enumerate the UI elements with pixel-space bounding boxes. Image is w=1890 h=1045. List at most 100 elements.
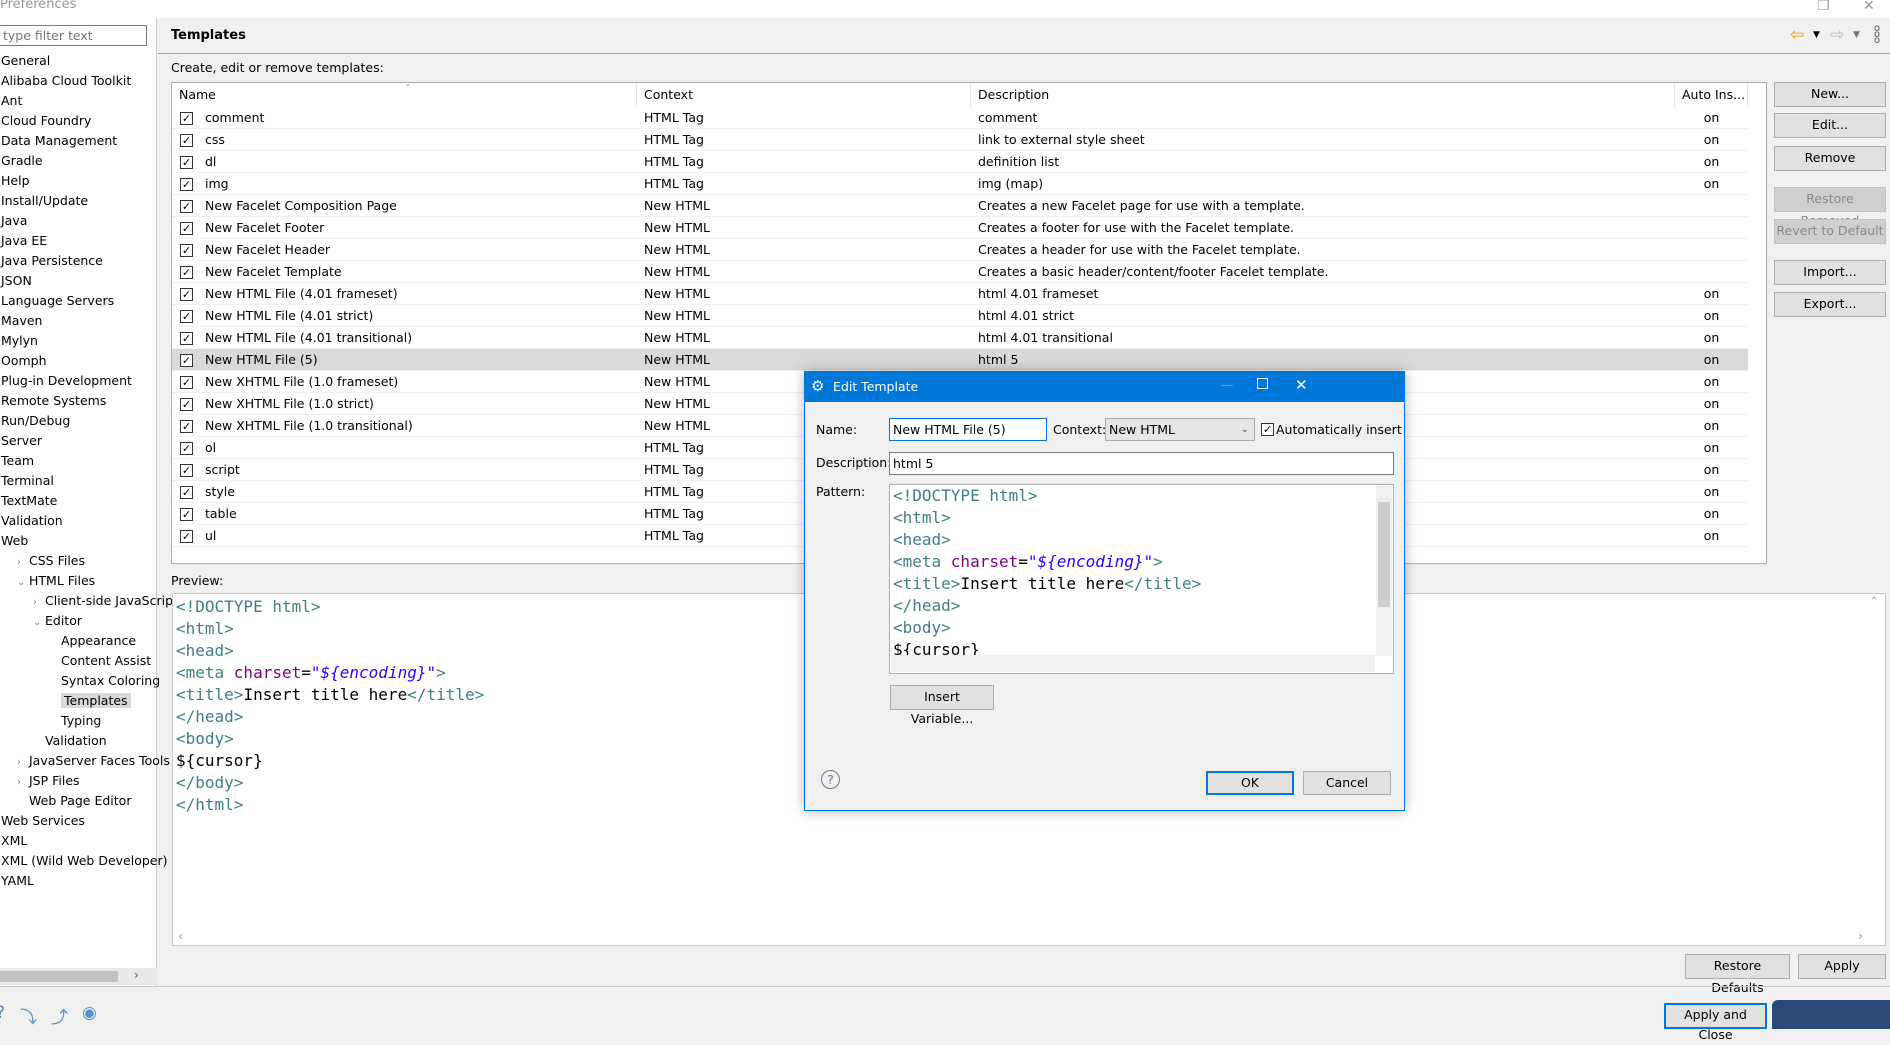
- maximize-icon[interactable]: [1257, 378, 1268, 389]
- sidebar-item[interactable]: Web Services: [1, 811, 85, 831]
- sidebar-item[interactable]: Remote Systems: [1, 391, 106, 411]
- sidebar-item[interactable]: YAML: [1, 871, 34, 891]
- restore-defaults-button[interactable]: Restore Defaults: [1685, 954, 1790, 995]
- sidebar-item[interactable]: › JavaServer Faces Tools: [17, 751, 170, 771]
- row-checkbox[interactable]: ✓: [180, 178, 193, 191]
- export-icon[interactable]: ⤴: [51, 1003, 68, 1028]
- remove-button[interactable]: Remove: [1774, 146, 1886, 171]
- chevron-right-icon[interactable]: ›: [33, 593, 45, 613]
- preview-scroll-left-icon[interactable]: ‹: [178, 928, 183, 943]
- sidebar-item[interactable]: General: [1, 51, 50, 71]
- table-row[interactable]: ✓ New Facelet Template New HTML Creates a b…: [172, 261, 1748, 283]
- column-header-auto-insert[interactable]: Auto Ins...: [1675, 83, 1748, 107]
- row-checkbox[interactable]: ✓: [180, 310, 193, 323]
- table-row[interactable]: ✓ New Facelet Header New HTML Creates a hea…: [172, 239, 1748, 261]
- row-checkbox[interactable]: ✓: [180, 530, 193, 543]
- sidebar-item[interactable]: Typing: [49, 711, 101, 731]
- sidebar-item[interactable]: XML (Wild Web Developer): [1, 851, 168, 871]
- row-checkbox[interactable]: ✓: [180, 288, 193, 301]
- chevron-right-icon[interactable]: ›: [17, 753, 29, 773]
- row-checkbox[interactable]: ✓: [180, 354, 193, 367]
- import-button[interactable]: Import...: [1774, 260, 1886, 285]
- sidebar-item[interactable]: XML: [1, 831, 27, 851]
- apply-and-close-button[interactable]: Apply and Close: [1664, 1003, 1767, 1042]
- sidebar-item[interactable]: › Client-side JavaScript: [33, 591, 178, 611]
- sidebar-item[interactable]: Gradle: [1, 151, 43, 171]
- view-menu-icon[interactable]: ooo: [1874, 24, 1880, 46]
- sidebar-item[interactable]: ⌄ Editor: [33, 611, 82, 631]
- insert-variable-button[interactable]: Insert Variable...: [890, 685, 994, 726]
- sidebar-item[interactable]: TextMate: [1, 491, 57, 511]
- sidebar-item[interactable]: › JSP Files: [17, 771, 80, 791]
- row-checkbox[interactable]: ✓: [180, 442, 193, 455]
- import-icon[interactable]: ⤵: [20, 1003, 37, 1028]
- sidebar-item[interactable]: Templates: [49, 691, 131, 711]
- forward-dropdown-icon[interactable]: ▼: [1853, 30, 1860, 40]
- table-row[interactable]: ✓ New HTML File (4.01 frameset) New HTML ht…: [172, 283, 1748, 305]
- chevron-down-icon[interactable]: ⌄: [33, 613, 45, 633]
- sidebar-item[interactable]: JSON: [1, 271, 32, 291]
- sidebar-item[interactable]: Content Assist: [49, 651, 151, 671]
- row-checkbox[interactable]: ✓: [180, 486, 193, 499]
- sidebar-item[interactable]: Run/Debug: [1, 411, 70, 431]
- row-checkbox[interactable]: ✓: [180, 376, 193, 389]
- sidebar-item[interactable]: Plug-in Development: [1, 371, 132, 391]
- dialog-close-icon[interactable]: ✕: [1295, 376, 1308, 394]
- row-checkbox[interactable]: ✓: [180, 222, 193, 235]
- row-checkbox[interactable]: ✓: [180, 332, 193, 345]
- sidebar-item[interactable]: Ant: [1, 91, 22, 111]
- preview-scroll-right-icon[interactable]: ›: [1858, 928, 1863, 943]
- edit-button[interactable]: Edit...: [1774, 113, 1886, 138]
- row-checkbox[interactable]: ✓: [180, 508, 193, 521]
- sidebar-item[interactable]: Java: [1, 211, 27, 231]
- table-row[interactable]: ✓ New HTML File (4.01 strict) New HTML html…: [172, 305, 1748, 327]
- sidebar-item[interactable]: Install/Update: [1, 191, 88, 211]
- row-checkbox[interactable]: ✓: [180, 134, 193, 147]
- export-button[interactable]: Export...: [1774, 292, 1886, 317]
- minimize-icon[interactable]: —: [1221, 377, 1234, 392]
- apply-button[interactable]: Apply: [1798, 954, 1886, 979]
- table-row[interactable]: ✓ css HTML Tag link to external style sheet…: [172, 129, 1748, 151]
- name-input[interactable]: New HTML File (5): [889, 418, 1047, 441]
- column-header-context[interactable]: Context: [637, 83, 971, 107]
- pattern-vscrollbar[interactable]: [1376, 486, 1392, 656]
- sidebar-item[interactable]: › CSS Files: [17, 551, 85, 571]
- row-checkbox[interactable]: ✓: [180, 200, 193, 213]
- sidebar-item[interactable]: Data Management: [1, 131, 117, 151]
- column-header-description[interactable]: Description: [971, 83, 1675, 107]
- restore-removed-button[interactable]: Restore Removed: [1774, 187, 1886, 228]
- restore-window-icon[interactable]: ❐: [1817, 0, 1830, 14]
- sidebar-item[interactable]: Alibaba Cloud Toolkit: [1, 71, 131, 91]
- table-row[interactable]: ✓ img HTML Tag img (map) on: [172, 173, 1748, 195]
- help-icon[interactable]: ?: [0, 1003, 5, 1023]
- preview-scroll-up-icon[interactable]: ⌃: [1870, 596, 1878, 607]
- forward-arrow-icon[interactable]: ⇨: [1830, 25, 1844, 45]
- new-button[interactable]: New...: [1774, 82, 1886, 107]
- table-row[interactable]: ✓ New Facelet Composition Page New HTML Cre…: [172, 195, 1748, 217]
- description-input[interactable]: html 5: [889, 452, 1394, 475]
- table-row[interactable]: ✓ New Facelet Footer New HTML Creates a foo…: [172, 217, 1748, 239]
- pattern-hscrollbar[interactable]: [891, 655, 1375, 672]
- sidebar-item[interactable]: Language Servers: [1, 291, 114, 311]
- sidebar-item[interactable]: Team: [1, 451, 34, 471]
- sidebar-item[interactable]: Oomph: [1, 351, 47, 371]
- cancel-button[interactable]: Cancel: [1303, 771, 1391, 795]
- sidebar-item[interactable]: Java EE: [1, 231, 47, 251]
- sidebar-item[interactable]: Server: [1, 431, 42, 451]
- sidebar-item[interactable]: Maven: [1, 311, 42, 331]
- row-checkbox[interactable]: ✓: [180, 112, 193, 125]
- sidebar-item[interactable]: Appearance: [49, 631, 136, 651]
- table-row[interactable]: ✓ New HTML File (5) New HTML html 5 on: [172, 349, 1748, 371]
- chevron-right-icon[interactable]: ›: [17, 773, 29, 793]
- table-row[interactable]: ✓ New HTML File (4.01 transitional) New HT…: [172, 327, 1748, 349]
- sidebar-item[interactable]: Web: [1, 531, 28, 551]
- row-checkbox[interactable]: ✓: [180, 398, 193, 411]
- sidebar-item[interactable]: Cloud Foundry: [1, 111, 91, 131]
- chevron-right-icon[interactable]: ›: [17, 553, 29, 573]
- sidebar-item[interactable]: Mylyn: [1, 331, 38, 351]
- row-checkbox[interactable]: ✓: [180, 420, 193, 433]
- filter-input[interactable]: [0, 25, 147, 46]
- sidebar-item[interactable]: Syntax Coloring: [49, 671, 160, 691]
- auto-insert-checkbox[interactable]: ✓: [1261, 423, 1274, 436]
- row-checkbox[interactable]: ✓: [180, 244, 193, 257]
